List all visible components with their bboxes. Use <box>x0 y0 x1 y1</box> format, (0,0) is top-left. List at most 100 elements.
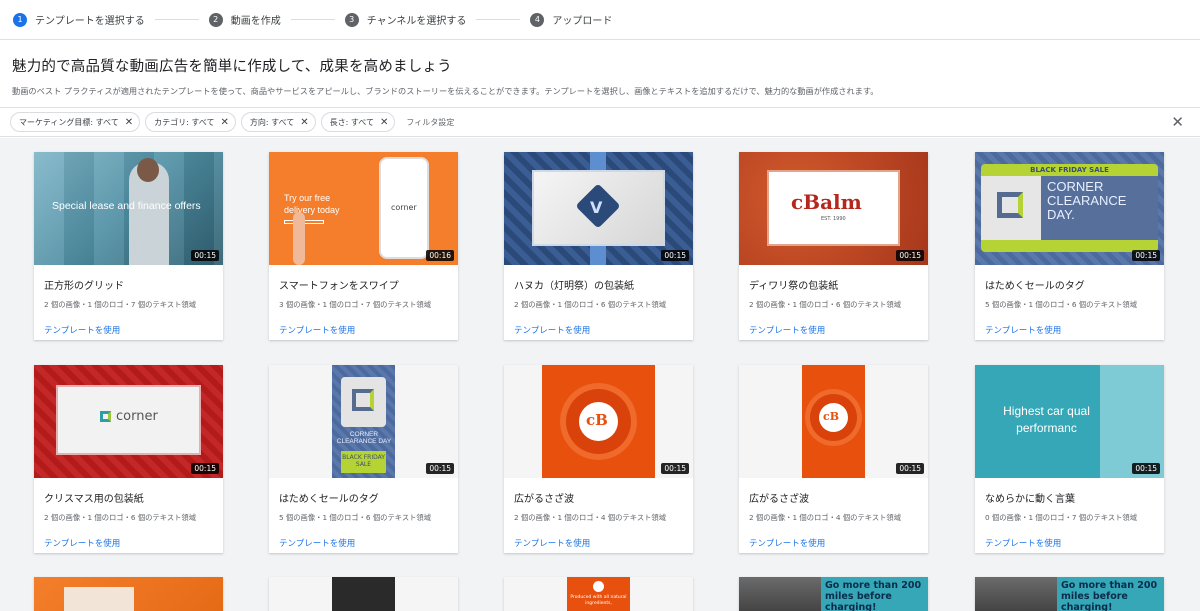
use-template-link[interactable]: テンプレートを使用 <box>749 324 928 336</box>
template-card[interactable]: BLACK FRIDAY SALE CORNER CLEARANCE DAY. … <box>975 152 1164 340</box>
page-description: 動画のベスト プラクティスが適用されたテンプレートを使って、商品やサービスをアピ… <box>12 86 879 96</box>
use-template-link[interactable]: テンプレートを使用 <box>279 537 458 549</box>
thumbnail-logo: cB <box>586 411 608 429</box>
duration-badge: 00:15 <box>661 463 689 474</box>
card-meta: 2 個の画像・1 個のロゴ・6 個のテキスト領域 <box>44 513 197 522</box>
template-card[interactable]: Special lease and finance offers 00:15 正… <box>34 152 223 340</box>
close-icon[interactable]: ✕ <box>380 117 388 128</box>
template-card[interactable]: corner 00:15 クリスマス用の包装紙 2 個の画像・1 個のロゴ・6 … <box>34 365 223 553</box>
card-title: スマートフォンをスワイプ <box>279 281 399 292</box>
duration-badge: 00:15 <box>191 250 219 261</box>
template-card[interactable]: Produced with all natural ingredients, <box>504 577 693 611</box>
thumbnail-text: Go more than 200 miles before charging! <box>1061 580 1158 611</box>
use-template-link[interactable]: テンプレートを使用 <box>44 324 223 336</box>
template-thumbnail[interactable]: V 00:15 <box>504 152 693 265</box>
thumbnail-subtext: EST. 1990 <box>821 216 846 222</box>
thumbnail-logo: cBalm <box>791 190 862 214</box>
thumbnail-text: Special lease and finance offers <box>52 200 201 212</box>
thumbnail-banner: BLACK FRIDAY SALE <box>342 454 385 468</box>
step-divider <box>290 19 335 20</box>
use-template-link[interactable]: テンプレートを使用 <box>44 537 223 549</box>
step-select-channel[interactable]: 3 チャンネルを選択する <box>344 12 466 27</box>
use-template-link[interactable]: テンプレートを使用 <box>279 324 458 336</box>
template-card[interactable]: cB 00:15 広がるさざ波 2 個の画像・1 個のロゴ・4 個のテキスト領域… <box>504 365 693 553</box>
card-meta: 5 個の画像・1 個のロゴ・6 個のテキスト領域 <box>279 513 432 522</box>
template-card[interactable] <box>34 577 223 611</box>
template-card[interactable]: CORNER CLEARANCE DAY BLACK FRIDAY SALE 0… <box>269 365 458 553</box>
duration-badge: 00:15 <box>896 463 924 474</box>
stepper: 1 テンプレートを選択する 2 動画を作成 3 チャンネルを選択する 4 アップ… <box>0 0 1200 40</box>
step-upload[interactable]: 4 アップロード <box>530 12 612 27</box>
duration-badge: 00:16 <box>426 250 454 261</box>
card-meta: 2 個の画像・1 個のロゴ・4 個のテキスト領域 <box>749 513 902 522</box>
template-card[interactable]: V 00:15 ハヌカ（灯明祭）の包装紙 2 個の画像・1 個のロゴ・6 個のテ… <box>504 152 693 340</box>
card-title: クリスマス用の包装紙 <box>44 494 144 505</box>
card-title: 正方形のグリッド <box>44 281 124 292</box>
card-meta: 2 個の画像・1 個のロゴ・6 個のテキスト領域 <box>749 300 902 309</box>
intro-section: 魅力的で高品質な動画広告を簡単に作成して、成果を高めましょう 動画のベスト プラ… <box>12 55 1192 97</box>
thumbnail-banner: BLACK FRIDAY SALE <box>1030 166 1109 174</box>
card-meta: 2 個の画像・1 個のロゴ・6 個のテキスト領域 <box>514 300 667 309</box>
step-label: テンプレートを選択する <box>35 16 145 27</box>
template-grid: Special lease and finance offers 00:15 正… <box>0 138 1200 611</box>
duration-badge: 00:15 <box>661 250 689 261</box>
card-title: ディワリ祭の包装紙 <box>749 281 839 292</box>
filter-chip-marketing-goal[interactable]: マーケティング目標: すべて ✕ <box>10 112 141 132</box>
step-create-video[interactable]: 2 動画を作成 <box>208 12 281 27</box>
filter-chip-orientation[interactable]: 方向: すべて ✕ <box>240 112 316 132</box>
step-number: 4 <box>530 12 545 27</box>
template-thumbnail[interactable]: Try our free delivery today corner 00:16 <box>269 152 458 265</box>
template-card[interactable]: Try our free delivery today corner 00:16… <box>269 152 458 340</box>
card-title: 広がるさざ波 <box>749 494 809 505</box>
thumbnail-logo: cB <box>823 410 839 423</box>
close-icon[interactable]: ✕ <box>220 117 228 128</box>
step-number: 1 <box>13 12 27 27</box>
step-number: 3 <box>344 12 359 27</box>
thumbnail-text: Highest car qual performanc <box>1003 404 1090 435</box>
card-meta: 2 個の画像・1 個のロゴ・4 個のテキスト領域 <box>514 513 667 522</box>
step-label: 動画を作成 <box>230 16 281 27</box>
filter-chip-length[interactable]: 長さ: すべて ✕ <box>320 112 396 132</box>
template-thumbnail[interactable]: cB 00:15 <box>739 365 928 478</box>
duration-badge: 00:15 <box>1132 250 1160 261</box>
thumbnail-logo: corner <box>391 203 417 212</box>
template-card[interactable]: Go more than 200 miles before charging! <box>975 577 1164 611</box>
filter-settings-button[interactable]: フィルタ設定 <box>406 117 454 128</box>
template-thumbnail[interactable]: CORNER CLEARANCE DAY BLACK FRIDAY SALE 0… <box>269 365 458 478</box>
chip-label: マーケティング目標: すべて <box>19 117 119 127</box>
use-template-link[interactable]: テンプレートを使用 <box>514 537 693 549</box>
use-template-link[interactable]: テンプレートを使用 <box>749 537 928 549</box>
card-meta: 0 個の画像・1 個のロゴ・7 個のテキスト領域 <box>985 513 1138 522</box>
close-icon[interactable]: ✕ <box>300 117 308 128</box>
page-title: 魅力的で高品質な動画広告を簡単に作成して、成果を高めましょう <box>12 59 452 75</box>
template-thumbnail[interactable]: BLACK FRIDAY SALE CORNER CLEARANCE DAY. … <box>975 152 1164 265</box>
template-thumbnail[interactable]: Highest car qual performanc 00:15 <box>975 365 1164 478</box>
template-card[interactable]: Go more than 200 miles before charging! <box>739 577 928 611</box>
template-thumbnail[interactable]: cB 00:15 <box>504 365 693 478</box>
template-thumbnail[interactable]: cBalm EST. 1990 00:15 <box>739 152 928 265</box>
close-icon[interactable]: ✕ <box>1171 113 1184 131</box>
step-divider <box>154 19 199 20</box>
template-card[interactable] <box>269 577 458 611</box>
filter-bar: マーケティング目標: すべて ✕ カテゴリ: すべて ✕ 方向: すべて ✕ 長さ: … <box>0 107 1200 137</box>
template-card[interactable]: cB 00:15 広がるさざ波 2 個の画像・1 個のロゴ・4 個のテキスト領域… <box>739 365 928 553</box>
template-card[interactable]: Highest car qual performanc 00:15 なめらかに動… <box>975 365 1164 553</box>
thumbnail-text: Produced with all natural ingredients, <box>570 595 627 606</box>
thumbnail-text: CORNER CLEARANCE DAY <box>336 431 392 445</box>
thumbnail-logo: corner <box>116 409 158 424</box>
duration-badge: 00:15 <box>426 463 454 474</box>
chip-label: カテゴリ: すべて <box>154 117 215 127</box>
close-icon[interactable]: ✕ <box>125 117 133 128</box>
chip-label: 長さ: すべて <box>329 117 374 127</box>
template-thumbnail[interactable]: corner 00:15 <box>34 365 223 478</box>
card-meta: 2 個の画像・1 個のロゴ・7 個のテキスト領域 <box>44 300 197 309</box>
use-template-link[interactable]: テンプレートを使用 <box>985 324 1164 336</box>
template-card[interactable]: cBalm EST. 1990 00:15 ディワリ祭の包装紙 2 個の画像・1… <box>739 152 928 340</box>
step-select-template[interactable]: 1 テンプレートを選択する <box>13 12 145 27</box>
filter-chip-category[interactable]: カテゴリ: すべて ✕ <box>145 112 236 132</box>
use-template-link[interactable]: テンプレートを使用 <box>514 324 693 336</box>
use-template-link[interactable]: テンプレートを使用 <box>985 537 1164 549</box>
template-thumbnail[interactable]: Special lease and finance offers 00:15 <box>34 152 223 265</box>
step-divider <box>476 19 521 20</box>
thumbnail-text: CORNER CLEARANCE DAY. <box>1047 179 1127 222</box>
